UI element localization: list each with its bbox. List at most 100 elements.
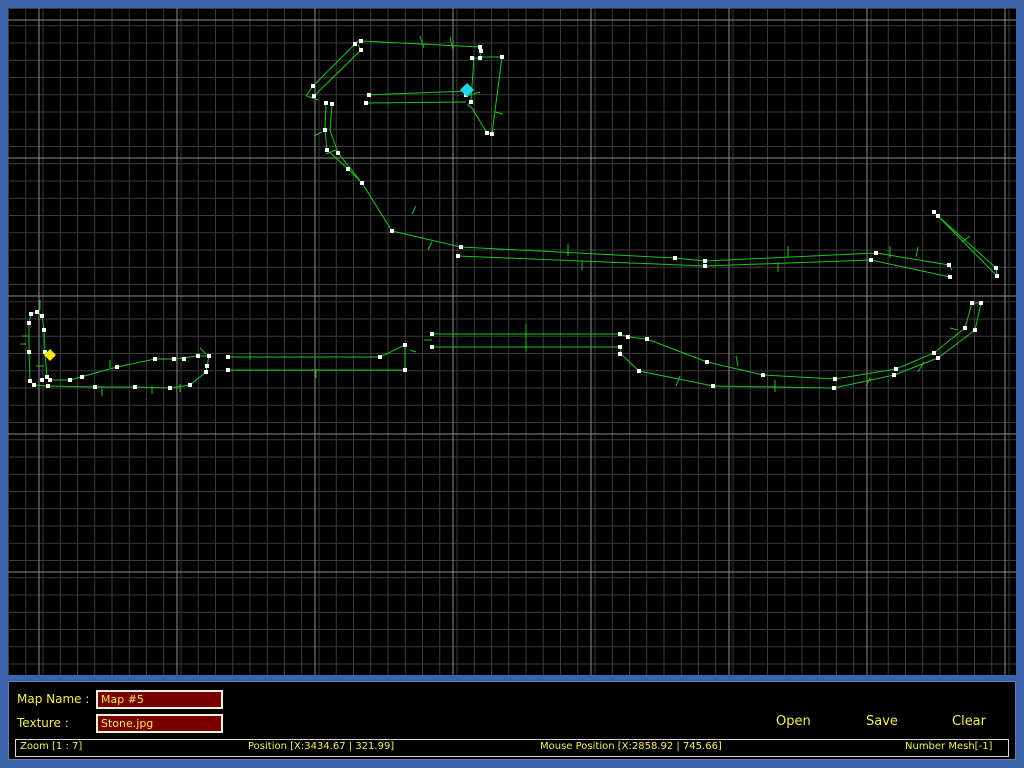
vertex-point xyxy=(68,378,72,382)
vertex-point xyxy=(936,356,940,360)
vertex-point xyxy=(626,335,630,339)
vertex-point xyxy=(42,328,46,332)
vertex-point xyxy=(478,56,482,60)
vertex-point xyxy=(226,368,230,372)
vertex-point xyxy=(894,367,898,371)
vertex-point xyxy=(874,251,878,255)
vertex-point xyxy=(936,214,940,218)
vertex-point xyxy=(364,101,368,105)
vertex-point xyxy=(27,321,31,325)
map-grid[interactable] xyxy=(8,8,1016,675)
vertex-point xyxy=(500,55,504,59)
vertex-point xyxy=(48,378,52,382)
vertex-point xyxy=(832,386,836,390)
vertex-point xyxy=(367,93,371,97)
vertex-point xyxy=(932,210,936,214)
vertex-point xyxy=(207,354,211,358)
vertex-point xyxy=(703,264,707,268)
vertex-point xyxy=(479,49,483,53)
vertex-point xyxy=(979,301,983,305)
vertex-point xyxy=(204,370,208,374)
normal-tick xyxy=(427,241,433,251)
track-edge xyxy=(933,211,998,278)
vertex-point xyxy=(705,360,709,364)
vertex-point xyxy=(378,355,382,359)
vertex-point xyxy=(403,368,407,372)
track-edge xyxy=(430,302,982,389)
vertex-point xyxy=(973,328,977,332)
vertex-point xyxy=(172,357,176,361)
vertex-point xyxy=(359,48,363,52)
normal-tick xyxy=(735,355,739,367)
vertex-point xyxy=(46,384,50,388)
vertex-point xyxy=(948,275,952,279)
vertex-point xyxy=(430,332,434,336)
vertex-point xyxy=(93,385,97,389)
normal-tick xyxy=(915,246,919,258)
vertex-point xyxy=(311,84,315,88)
vertex-point xyxy=(226,355,230,359)
track-edge xyxy=(365,101,467,104)
vertex-point xyxy=(456,254,460,258)
track-edge xyxy=(329,103,363,184)
vertex-point xyxy=(32,383,36,387)
track-edge xyxy=(324,102,953,271)
vertex-point xyxy=(28,379,32,383)
open-button[interactable]: Open xyxy=(776,714,811,729)
vertex-point xyxy=(80,375,84,379)
vertex-point xyxy=(673,256,677,260)
vertex-point xyxy=(869,258,873,262)
map-name-field[interactable]: Map #5 xyxy=(96,690,223,709)
vertex-point xyxy=(970,301,974,305)
vertex-point xyxy=(430,345,434,349)
texture-field[interactable]: Stone.jpg xyxy=(96,714,223,733)
vertex-point xyxy=(637,369,641,373)
vertex-point xyxy=(205,364,209,368)
normal-tick xyxy=(411,205,417,215)
vertex-point xyxy=(115,365,119,369)
vertex-point xyxy=(947,263,951,267)
properties-panel: Map Name : Map #5 Texture : Stone.jpg Op… xyxy=(8,681,1016,760)
vertex-point xyxy=(403,343,407,347)
vertex-point xyxy=(182,357,186,361)
vertex-point xyxy=(196,354,200,358)
vertex-point xyxy=(703,259,707,263)
vertex-point xyxy=(711,384,715,388)
vertex-point xyxy=(153,357,157,361)
vertex-point xyxy=(324,101,328,105)
vertex-point xyxy=(618,345,622,349)
status-bar: Zoom [1 : 7] Position [X:3434.67 | 321.9… xyxy=(15,739,1009,757)
vertex-point xyxy=(618,332,622,336)
vertex-point xyxy=(761,373,765,377)
vertex-point xyxy=(485,131,489,135)
vertex-point xyxy=(346,167,350,171)
mouse-position-readout: Mouse Position [X:2858.92 | 745.66] xyxy=(540,741,722,752)
vertex-point xyxy=(478,45,482,49)
vertex-point xyxy=(336,151,340,155)
vertex-point xyxy=(188,383,192,387)
vertex-point xyxy=(459,245,463,249)
map-name-label: Map Name : xyxy=(17,692,90,706)
map-canvas[interactable] xyxy=(8,8,1016,675)
vertex-point xyxy=(360,181,364,185)
vertex-point xyxy=(133,385,137,389)
vertex-point xyxy=(325,148,329,152)
vertex-point xyxy=(359,39,363,43)
vertex-point xyxy=(40,378,44,382)
vertex-point xyxy=(35,310,39,314)
vertex-point xyxy=(892,373,896,377)
vertex-point xyxy=(963,326,967,330)
vertex-point xyxy=(353,42,357,46)
track-edge xyxy=(28,311,210,389)
vertex-point xyxy=(470,56,474,60)
vertex-point xyxy=(390,229,394,233)
normal-tick xyxy=(675,375,681,387)
vertex-point xyxy=(833,377,837,381)
vertex-point xyxy=(312,94,316,98)
vertex-point xyxy=(932,351,936,355)
save-button[interactable]: Save xyxy=(866,714,898,729)
vertex-point xyxy=(618,352,622,356)
vertex-point xyxy=(490,132,494,136)
clear-button[interactable]: Clear xyxy=(952,714,986,729)
texture-label: Texture : xyxy=(17,716,69,730)
